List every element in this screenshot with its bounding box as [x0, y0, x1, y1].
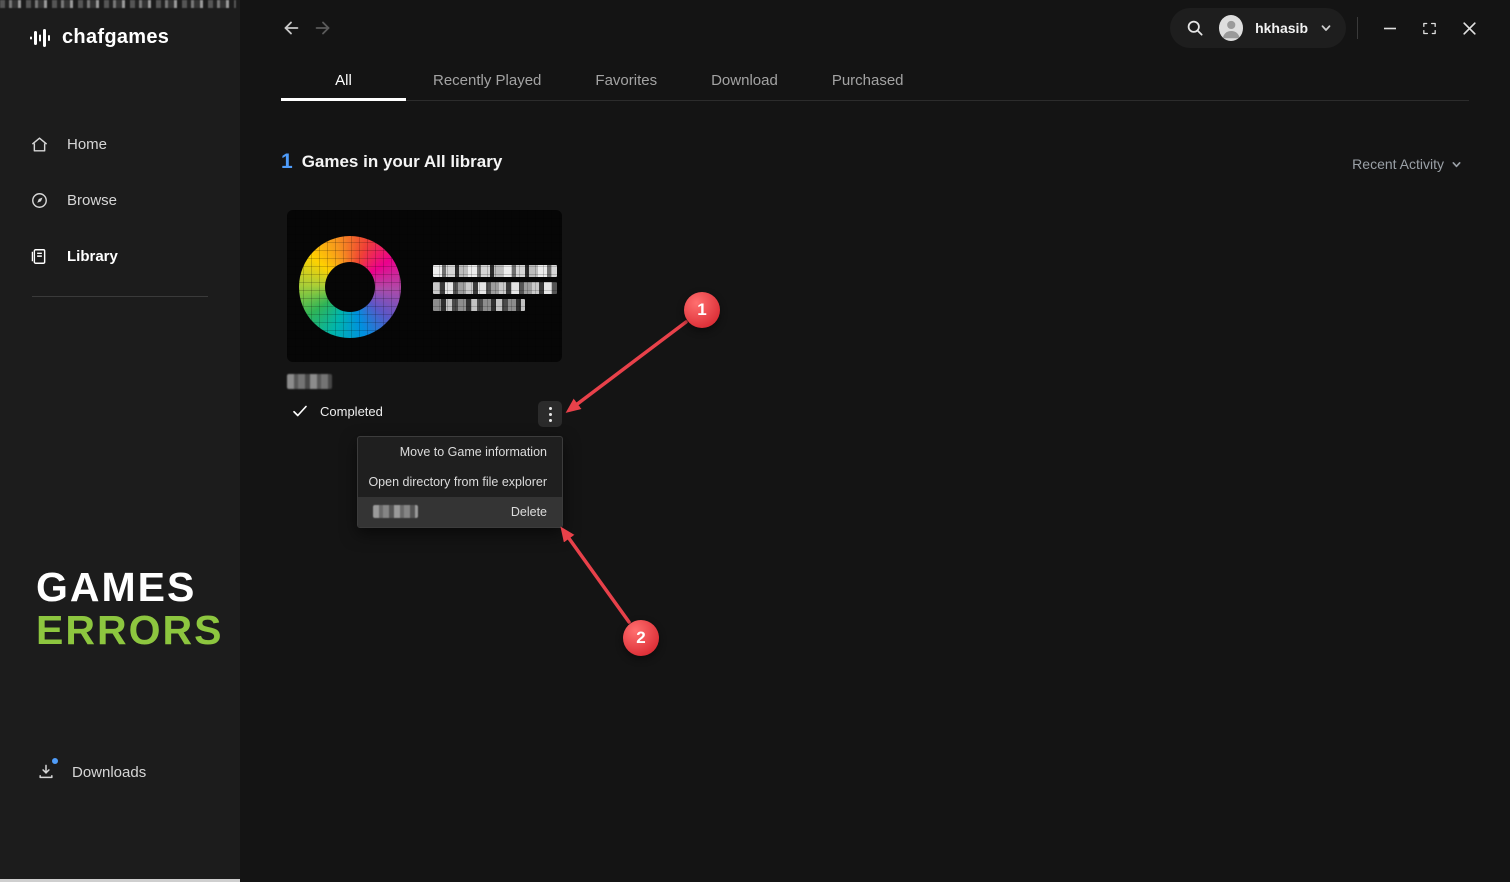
tab-label: All	[335, 72, 352, 89]
library-heading: 1 Games in your All library	[281, 150, 502, 174]
arrow-right-icon	[312, 17, 334, 39]
chevron-down-icon	[1451, 159, 1462, 170]
close-button[interactable]	[1455, 14, 1483, 42]
censored-top-text	[0, 0, 236, 8]
minimize-icon	[1382, 20, 1398, 36]
sidebar-item-label: Home	[67, 136, 107, 153]
annotation-badge-2: 2	[623, 620, 659, 656]
sidebar-item-library[interactable]: Library	[30, 236, 210, 276]
username-label[interactable]: hkhasib	[1255, 20, 1308, 36]
fullscreen-icon	[1421, 20, 1438, 37]
forward-button[interactable]	[311, 16, 335, 40]
game-status: Completed	[291, 402, 383, 420]
sidebar-item-label: Browse	[67, 192, 117, 209]
tab-label: Purchased	[832, 72, 904, 89]
game-count: 1	[281, 150, 293, 174]
download-badge-dot	[52, 758, 58, 764]
user-cluster: hkhasib	[1170, 8, 1346, 48]
menu-item-label: Open directory from file explorer	[368, 475, 547, 489]
annotation-arrow-1	[576, 322, 686, 405]
topbar-divider	[1357, 17, 1358, 39]
game-logo-ring	[299, 236, 401, 338]
arrow-left-icon	[280, 17, 302, 39]
maximize-button[interactable]	[1415, 14, 1443, 42]
app-logo[interactable]: chafgames	[30, 26, 169, 49]
sidebar-item-browse[interactable]: Browse	[30, 180, 210, 220]
tab-recently-played[interactable]: Recently Played	[406, 60, 568, 100]
compass-icon	[30, 191, 49, 210]
games-errors-logo: GAMES ERRORS	[36, 566, 223, 651]
status-label: Completed	[320, 404, 383, 419]
game-context-menu: Move to Game information Open directory …	[357, 436, 563, 528]
menu-item-label: Move to Game information	[400, 445, 547, 459]
menu-item-label: Delete	[511, 505, 547, 519]
sidebar-item-downloads[interactable]: Downloads	[36, 752, 146, 792]
game-options-button[interactable]	[538, 401, 562, 427]
watermark-line-2: ERRORS	[36, 609, 223, 652]
library-icon	[30, 247, 49, 266]
person-icon	[1219, 15, 1243, 41]
annotation-badge-1: 1	[684, 292, 720, 328]
chevron-down-icon[interactable]	[1320, 22, 1332, 34]
sidebar-divider	[32, 296, 208, 297]
menu-item-open-directory[interactable]: Open directory from file explorer	[358, 467, 562, 497]
censored-game-title-art	[433, 265, 557, 316]
tab-download[interactable]: Download	[684, 60, 805, 100]
logo-waveform-icon	[30, 27, 52, 49]
close-icon	[1461, 20, 1478, 37]
search-button[interactable]	[1184, 16, 1207, 40]
menu-item-delete[interactable]: Delete	[358, 497, 562, 527]
tab-all[interactable]: All	[281, 60, 406, 100]
tab-favorites[interactable]: Favorites	[568, 60, 684, 100]
download-icon	[36, 762, 56, 782]
tab-label: Favorites	[595, 72, 657, 89]
sort-label: Recent Activity	[1352, 156, 1444, 172]
library-tabs: All Recently Played Favorites Download P…	[281, 60, 1469, 101]
logo-text: chafgames	[62, 26, 169, 49]
annotation-arrow-2	[568, 537, 629, 622]
sidebar-item-home[interactable]: Home	[30, 124, 210, 164]
sidebar-item-label: Library	[67, 248, 118, 265]
censored-game-name	[287, 374, 332, 389]
menu-item-move-to-game-information[interactable]: Move to Game information	[358, 437, 562, 467]
sort-dropdown[interactable]: Recent Activity	[1352, 156, 1462, 172]
tab-label: Download	[711, 72, 778, 89]
annotation-number: 1	[697, 300, 706, 320]
minimize-button[interactable]	[1376, 14, 1404, 42]
checkmark-icon	[291, 402, 309, 420]
censored-menu-text	[373, 505, 418, 518]
tab-purchased[interactable]: Purchased	[805, 60, 931, 100]
main-content: hkhasib All Recently Played Favorites Do…	[240, 0, 1510, 882]
sidebar: chafgames Home Browse Library	[0, 0, 240, 882]
back-button[interactable]	[279, 16, 303, 40]
search-icon	[1185, 18, 1205, 38]
page-title: Games in your All library	[302, 152, 503, 172]
game-cover[interactable]	[287, 210, 562, 362]
tab-label: Recently Played	[433, 72, 541, 89]
annotation-number: 2	[636, 628, 645, 648]
watermark-line-1: GAMES	[36, 566, 223, 609]
home-icon	[30, 135, 49, 154]
user-avatar[interactable]	[1219, 15, 1243, 41]
downloads-label: Downloads	[72, 764, 146, 781]
